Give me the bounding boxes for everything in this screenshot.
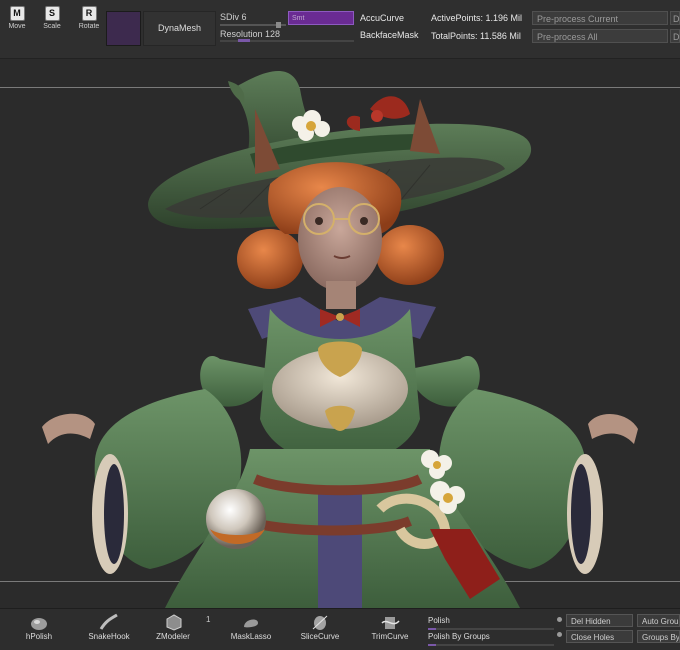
smt-button[interactable]: Smt <box>288 11 354 25</box>
witch-character-model <box>42 70 638 608</box>
move-tool[interactable]: M Move <box>2 6 32 30</box>
move-label: Move <box>8 23 26 30</box>
close-holes-radio-icon[interactable] <box>557 632 562 637</box>
snakehook-brush[interactable]: SnakeHook <box>79 613 139 641</box>
material-swatch[interactable] <box>106 11 141 46</box>
snakehook-label: SnakeHook <box>88 632 130 641</box>
polish-by-groups-slider[interactable] <box>428 644 554 646</box>
top-toolbar: M Move S Scale R Rotate DynaMesh SDiv 6 … <box>0 0 680 59</box>
polish-slider[interactable] <box>428 628 554 630</box>
hpolish-brush[interactable]: hPolish <box>9 613 69 641</box>
scale-tool[interactable]: S Scale <box>37 6 67 30</box>
active-points-readout: ActivePoints: 1.196 Mil <box>431 13 523 23</box>
del-hidden-button[interactable]: Del Hidden <box>566 614 633 627</box>
sdiv-label: SDiv 6 <box>220 12 247 22</box>
resolution-slider-fill[interactable] <box>238 39 250 42</box>
polish-label: Polish <box>428 616 450 625</box>
rotate-tool[interactable]: R Rotate <box>74 6 104 30</box>
slicecurve-brush[interactable]: SliceCurve <box>290 613 350 641</box>
hpolish-icon <box>31 618 47 630</box>
zmodeler-count-badge: 1 <box>206 615 211 624</box>
rotate-label: Rotate <box>78 23 100 30</box>
polish-by-groups-slider-fill <box>428 644 436 646</box>
edge-button-top[interactable]: D <box>670 11 680 25</box>
masklasso-icon <box>244 619 258 628</box>
zmodeler-label: ZModeler <box>156 632 190 641</box>
backfacemask-toggle[interactable]: BackfaceMask <box>360 30 419 40</box>
zmodeler-icon <box>166 614 182 631</box>
zmodeler-brush[interactable]: ZModeler <box>143 613 203 641</box>
bottom-toolbar: hPolish SnakeHook ZModeler 1 MaskLasso S… <box>0 608 680 650</box>
accucurve-toggle[interactable]: AccuCurve <box>360 13 404 23</box>
trimcurve-brush[interactable]: TrimCurve <box>360 613 420 641</box>
polish-slider-fill <box>428 628 436 630</box>
slicecurve-icon <box>312 615 328 630</box>
move-key-icon: M <box>9 6 25 21</box>
dynamesh-button[interactable]: DynaMesh <box>143 11 216 46</box>
trimcurve-label: TrimCurve <box>371 632 409 641</box>
polish-by-groups-label: Polish By Groups <box>428 632 490 641</box>
snakehook-icon <box>99 613 118 630</box>
close-holes-button[interactable]: Close Holes <box>566 630 633 643</box>
rotate-key-icon: R <box>81 6 97 21</box>
edge-button-bottom[interactable]: D <box>670 29 680 43</box>
preprocess-all-button[interactable]: Pre-process All <box>532 29 668 43</box>
trimcurve-icon <box>381 617 400 629</box>
preprocess-current-button[interactable]: Pre-process Current <box>532 11 668 25</box>
scale-label: Scale <box>43 23 61 30</box>
masklasso-brush[interactable]: MaskLasso <box>221 613 281 641</box>
slicecurve-label: SliceCurve <box>300 632 340 641</box>
auto-groups-button[interactable]: Auto Grou <box>637 614 680 627</box>
groups-by-button[interactable]: Groups By <box>637 630 680 643</box>
canvas-viewport[interactable] <box>0 59 680 608</box>
masklasso-label: MaskLasso <box>230 632 272 641</box>
scale-key-icon: S <box>44 6 60 21</box>
total-points-readout: TotalPoints: 11.586 Mil <box>431 31 521 41</box>
del-hidden-radio-icon[interactable] <box>557 617 562 622</box>
hpolish-label: hPolish <box>25 632 53 641</box>
